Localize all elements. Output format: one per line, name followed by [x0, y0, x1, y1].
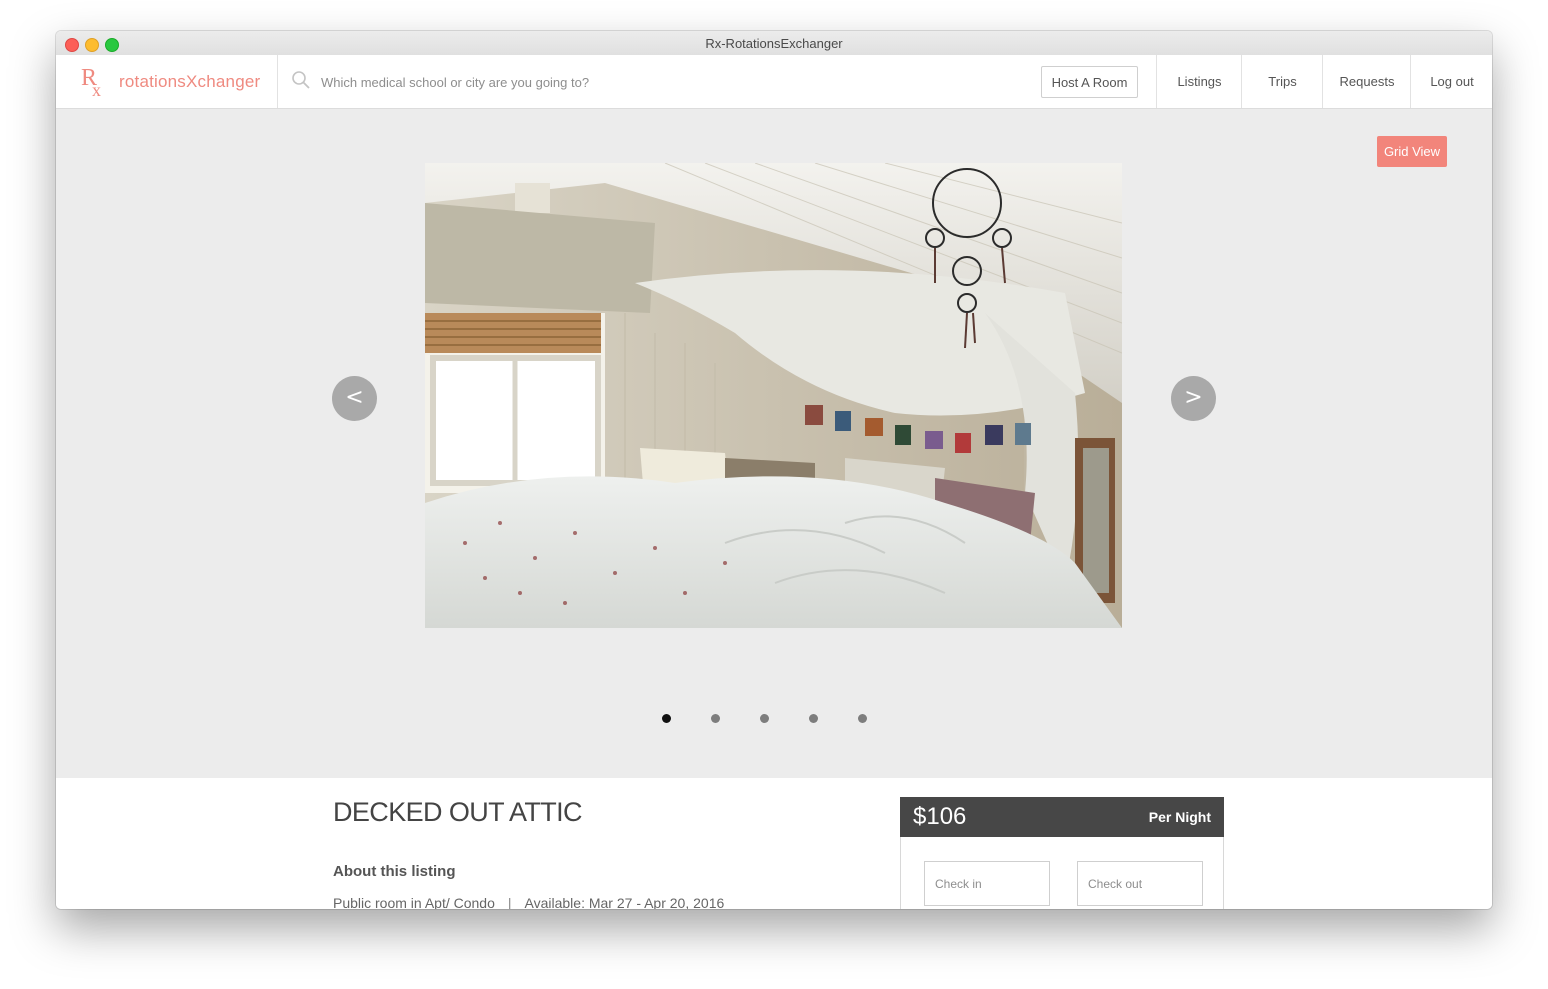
brand-name: rotationsXchanger — [119, 72, 261, 91]
search-icon — [292, 71, 310, 89]
previous-photo-button[interactable]: < — [332, 376, 377, 421]
listing-photo — [425, 163, 1122, 628]
title-bar: Rx-RotationsExchanger — [56, 31, 1492, 56]
top-navbar: R x rotationsXchanger Host A Room Listin… — [56, 55, 1492, 109]
next-photo-button[interactable]: > — [1171, 376, 1216, 421]
browser-window: Rx-RotationsExchanger R x rotationsXchan… — [56, 31, 1492, 909]
svg-text:x: x — [92, 80, 101, 99]
nav-listings[interactable]: Listings — [1156, 55, 1242, 108]
carousel-dot-5[interactable] — [858, 714, 867, 723]
check-in-field[interactable] — [924, 861, 1050, 906]
grid-view-button[interactable]: Grid View — [1377, 136, 1447, 167]
listing-title: DECKED OUT ATTIC — [333, 797, 583, 827]
gallery-section: Grid View < > — [56, 109, 1492, 778]
carousel-dot-2[interactable] — [711, 714, 720, 723]
listing-meta: Public room in Apt/ Condo | Available: Mar… — [333, 895, 724, 909]
price-unit: Per Night — [1148, 809, 1211, 825]
nav-trips[interactable]: Trips — [1241, 55, 1323, 108]
host-a-room-button[interactable]: Host A Room — [1041, 66, 1138, 98]
search-input[interactable] — [319, 69, 1023, 95]
carousel-dot-1[interactable] — [662, 714, 671, 723]
availability-dates: Available: Mar 27 - Apr 20, 2016 — [524, 895, 725, 909]
room-type: Public room in Apt/ Condo — [333, 895, 495, 909]
nightly-price: $106 — [913, 803, 967, 830]
meta-separator: | — [507, 895, 512, 909]
about-heading: About this listing — [333, 863, 456, 880]
check-out-field[interactable] — [1077, 861, 1203, 906]
attic-bedroom-image — [425, 163, 1122, 628]
carousel-dot-3[interactable] — [760, 714, 769, 723]
price-bar: $106 Per Night — [900, 797, 1224, 837]
carousel-dot-4[interactable] — [809, 714, 818, 723]
rx-logo-icon: R x — [81, 65, 101, 99]
booking-panel: $106 Per Night — [900, 797, 1224, 909]
listing-details: DECKED OUT ATTIC About this listing Publ… — [56, 778, 1492, 909]
brand-logo[interactable]: R x rotationsXchanger — [56, 55, 278, 108]
nav-logout[interactable]: Log out — [1410, 55, 1492, 108]
window-title: Rx-RotationsExchanger — [705, 36, 843, 51]
nav-requests[interactable]: Requests — [1322, 55, 1411, 108]
